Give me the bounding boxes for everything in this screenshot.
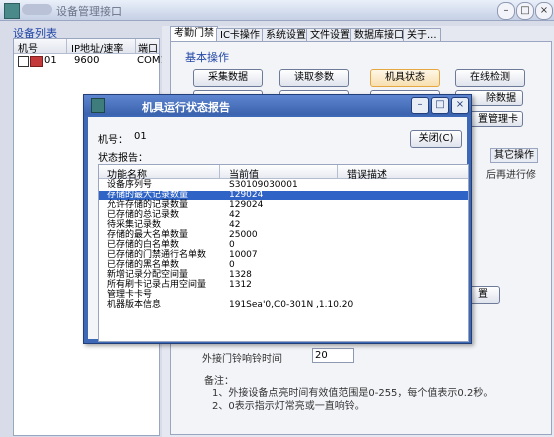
- status-row-value: 0: [229, 240, 235, 250]
- status-row-value: 42: [229, 210, 241, 220]
- tab-file-settings[interactable]: 文件设置: [306, 28, 354, 42]
- status-row[interactable]: 已存储的门禁通行名单数 10007: [99, 251, 468, 260]
- read-params-button[interactable]: 读取参数: [279, 69, 349, 87]
- basic-ops-title: 基本操作: [185, 51, 229, 64]
- status-row-name: 已存储的门禁通行名单数: [107, 250, 207, 260]
- status-row-name: 所有刷卡记录占用空间量: [107, 280, 207, 290]
- column-header-function[interactable]: 功能名称: [107, 166, 147, 181]
- status-row[interactable]: 设备序列号 S30109030001: [99, 181, 468, 190]
- status-list-header: 功能名称 当前值 错误描述: [99, 165, 468, 181]
- close-icon[interactable]: ×: [535, 2, 553, 20]
- status-row[interactable]: 机器版本信息 191Sea'0,C0-301N ,1.10.20: [99, 301, 468, 310]
- status-row-name: 存储的最大名单数量: [107, 230, 189, 240]
- partial-text: 后再进行修: [486, 170, 536, 181]
- main-titlebar: 设备管理接口 – □ ×: [0, 0, 554, 21]
- tab-about[interactable]: 关于...: [403, 28, 441, 42]
- status-row-value: 1312: [229, 280, 252, 290]
- machine-number: 01: [134, 131, 147, 142]
- status-row-value: 25000: [229, 230, 258, 240]
- column-divider: [219, 165, 220, 178]
- device-row[interactable]: 01 9600 COM1: [14, 54, 167, 68]
- status-report-dialog: 机具运行状态报告 – □ × 机号： 01 状态报告： 关闭(C) 功能名称 当…: [83, 94, 472, 344]
- device-checkbox[interactable]: [18, 56, 29, 67]
- status-row[interactable]: 新增记录分配空间量 1328: [99, 271, 468, 280]
- status-row[interactable]: 待采集记录数 42: [99, 221, 468, 230]
- dialog-titlebar: 机具运行状态报告 – □ ×: [84, 95, 471, 115]
- tab-database[interactable]: 数据库接口: [350, 28, 408, 42]
- status-row-name: 允许存储的记录数量: [107, 200, 189, 210]
- dialog-title: 机具运行状态报告: [142, 101, 230, 114]
- device-id: 01: [44, 55, 57, 66]
- status-row[interactable]: 已存储的白名单数 0: [99, 241, 468, 250]
- close-button[interactable]: 关闭(C): [410, 130, 462, 148]
- minimize-icon[interactable]: –: [497, 2, 515, 20]
- restore-icon[interactable]: □: [516, 2, 534, 20]
- dialog-body: 机号： 01 状态报告： 关闭(C) 功能名称 当前值 错误描述 设备序列号 S3…: [88, 117, 469, 342]
- machine-status-button[interactable]: 机具状态: [370, 69, 440, 87]
- dialog-app-icon: [91, 98, 105, 113]
- app-icon: [4, 3, 20, 19]
- status-row-value: 10007: [229, 250, 258, 260]
- column-divider: [66, 39, 67, 53]
- status-row-name: 已存储的黑名单数: [107, 260, 180, 270]
- dialog-minimize-icon[interactable]: –: [411, 97, 429, 114]
- online-check-button[interactable]: 在线检测: [455, 69, 525, 87]
- tab-other-ops[interactable]: 其它操作: [490, 148, 538, 163]
- machine-label: 机号：: [98, 135, 128, 146]
- status-row-name: 已存储的总记录数: [107, 210, 180, 220]
- note-line-2: 2、0表示指示灯常亮或一直响铃。: [212, 401, 365, 412]
- device-list-header: 机号 IP地址/速率 端口: [14, 39, 159, 55]
- status-row-value: 129024: [229, 190, 264, 200]
- status-row-name: 存储的最大记录数量: [107, 190, 189, 200]
- status-row-name: 新增记录分配空间量: [107, 270, 189, 280]
- status-row-value: 1328: [229, 270, 252, 280]
- dialog-restore-icon[interactable]: □: [431, 97, 449, 114]
- status-row-value: 191Sea'0,C0-301N ,1.10.20: [229, 300, 354, 310]
- column-divider: [337, 165, 338, 178]
- status-row-value: 0: [229, 260, 235, 270]
- column-header-error[interactable]: 错误描述: [347, 166, 387, 181]
- status-row[interactable]: 存储的最大名单数量 25000: [99, 231, 468, 240]
- status-row[interactable]: 允许存储的记录数量 129024: [99, 201, 468, 210]
- collect-data-button[interactable]: 采集数据: [193, 69, 263, 87]
- status-row-name: 待采集记录数: [107, 220, 162, 230]
- tab-system-settings[interactable]: 系统设置: [262, 28, 310, 42]
- tab-attendance[interactable]: 考勤门禁: [170, 26, 218, 42]
- status-row-value: S30109030001: [229, 180, 298, 190]
- status-label: 状态报告：: [98, 153, 148, 164]
- column-header-value[interactable]: 当前值: [229, 166, 259, 181]
- device-rate: 9600: [74, 55, 100, 66]
- device-icon: [30, 56, 43, 67]
- column-header-ip[interactable]: IP地址/速率: [71, 40, 123, 55]
- titlebar-decoration: [22, 4, 52, 15]
- status-list[interactable]: 功能名称 当前值 错误描述 设备序列号 S30109030001 存储的最大记录数量…: [98, 164, 469, 342]
- status-row[interactable]: 所有刷卡记录占用空间量 1312: [99, 281, 468, 290]
- status-row-name: 已存储的白名单数: [107, 240, 180, 250]
- column-header-port[interactable]: 端口: [138, 40, 158, 55]
- status-row-name: 管理卡卡号: [107, 290, 153, 300]
- column-header-id[interactable]: 机号: [18, 40, 38, 55]
- column-divider: [135, 39, 136, 53]
- status-row-name: 设备序列号: [107, 180, 153, 190]
- status-row[interactable]: 管理卡卡号: [99, 291, 468, 300]
- window-title: 设备管理接口: [56, 5, 122, 18]
- door-bell-label: 外接门铃响铃时间: [202, 354, 282, 365]
- status-row[interactable]: 已存储的黑名单数 0: [99, 261, 468, 270]
- status-row-value: 129024: [229, 200, 264, 210]
- status-row-value: 42: [229, 220, 241, 230]
- status-row[interactable]: 存储的最大记录数量 129024: [99, 191, 468, 200]
- door-bell-input[interactable]: 20: [312, 348, 354, 363]
- tab-ic-card[interactable]: IC卡操作: [216, 28, 264, 42]
- dialog-close-icon[interactable]: ×: [451, 97, 469, 114]
- status-row-name: 机器版本信息: [107, 300, 162, 310]
- status-row[interactable]: 已存储的总记录数 42: [99, 211, 468, 220]
